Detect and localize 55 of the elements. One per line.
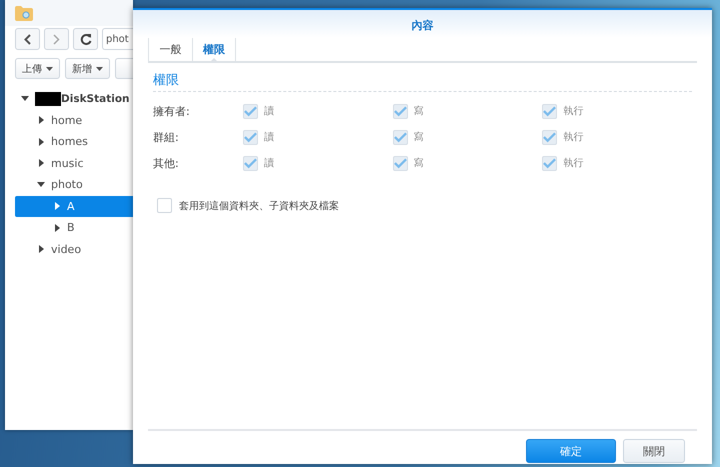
tree-item[interactable]: homes <box>15 131 133 152</box>
toolbar-button[interactable] <box>115 58 133 79</box>
tree-item[interactable]: DiskStation <box>15 88 133 110</box>
section-title: 權限 <box>153 72 179 89</box>
checkbox-label: 寫 <box>414 104 424 118</box>
row-label: 群組: <box>153 130 180 144</box>
check-icon <box>394 106 407 116</box>
tree-item[interactable]: B <box>15 217 133 238</box>
checkbox-label: 讀 <box>264 156 274 170</box>
check-icon <box>244 132 257 142</box>
caret-down-icon <box>37 182 45 188</box>
caret-right-icon <box>54 202 60 210</box>
checkbox[interactable] <box>157 198 172 213</box>
tree-item[interactable]: home <box>15 110 133 131</box>
refresh-button[interactable] <box>73 28 98 50</box>
tab[interactable]: 一般 <box>148 38 192 61</box>
close-button[interactable]: 關閉 <box>623 439 685 463</box>
check-icon <box>543 158 556 168</box>
caret-right-icon <box>38 138 44 146</box>
checkbox-label: 執行 <box>563 104 584 118</box>
toolbar-button[interactable]: 上傳 <box>15 58 60 79</box>
row-label: 擁有者: <box>153 104 191 118</box>
folder-icon <box>15 6 33 21</box>
chevron-right-icon <box>53 34 60 44</box>
check-icon <box>543 106 556 116</box>
caret-down-icon <box>96 66 103 70</box>
row-label: 其他: <box>153 156 180 170</box>
check-icon <box>394 132 407 142</box>
caret-right-icon <box>38 116 44 124</box>
check-icon <box>244 158 257 168</box>
refresh-icon <box>80 33 92 45</box>
check-icon <box>543 132 556 142</box>
chevron-left-icon <box>24 34 31 44</box>
toolbar-button[interactable]: 新增 <box>65 58 110 79</box>
dialog-title: 內容 <box>412 18 434 32</box>
checkbox-label: 寫 <box>414 156 424 170</box>
checkbox-label: 寫 <box>414 130 424 144</box>
caret-down-icon <box>46 66 53 70</box>
caret-right-icon <box>38 159 44 168</box>
tree-item[interactable]: A <box>15 196 133 217</box>
checkbox-label: 套用到這個資料夾、子資料夾及檔案 <box>179 200 339 212</box>
tree-item[interactable]: music <box>15 152 133 174</box>
tree-item[interactable]: video <box>15 238 133 260</box>
checkbox-label: 執行 <box>563 156 584 170</box>
checkbox-label: 讀 <box>264 104 274 118</box>
caret-right-icon <box>38 245 44 254</box>
check-icon <box>394 158 407 168</box>
checkbox-label: 讀 <box>264 130 274 144</box>
caret-down-icon <box>21 96 29 102</box>
checkbox-label: 執行 <box>563 130 584 144</box>
back-button[interactable] <box>15 28 40 50</box>
caret-right-icon <box>54 224 60 232</box>
check-icon <box>244 106 257 116</box>
tab[interactable]: 權限 <box>192 38 236 61</box>
tree-item[interactable]: photo <box>15 174 133 196</box>
